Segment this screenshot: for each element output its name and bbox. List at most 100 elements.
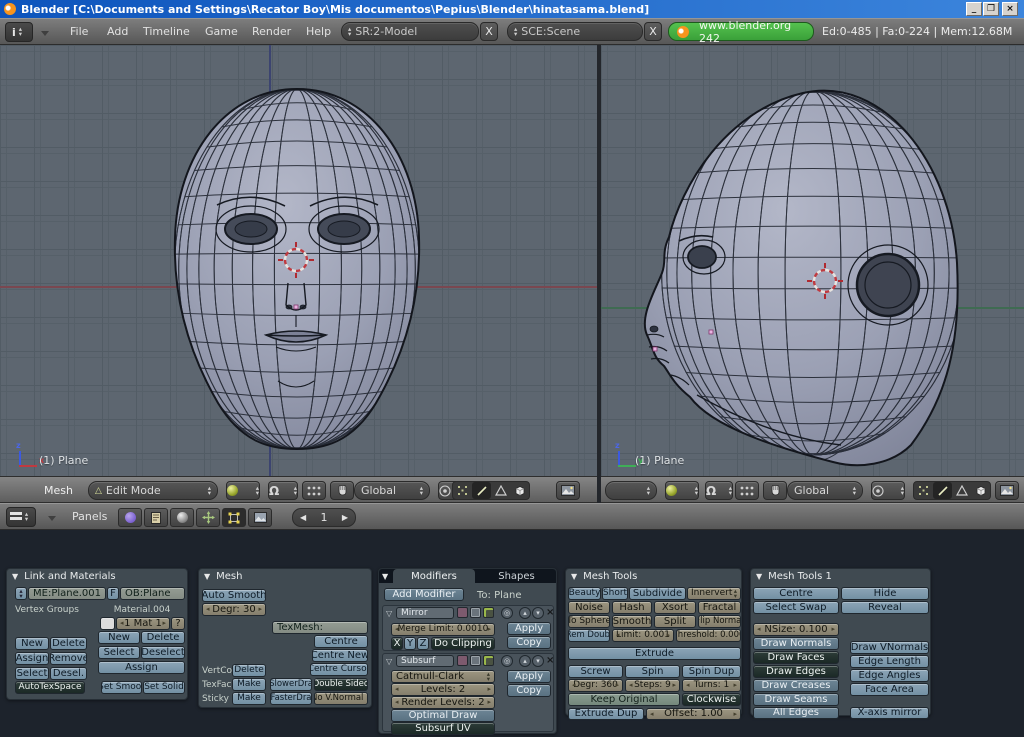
flip-normal-button[interactable]: Flip Normal (698, 615, 741, 628)
copy-modifier-button[interactable]: Copy (507, 684, 551, 697)
texface-make-button[interactable]: Make (232, 678, 266, 691)
face-select-button[interactable] (952, 482, 971, 499)
smooth-button[interactable]: Smooth (612, 615, 652, 628)
sticky-make-button[interactable]: Make (232, 692, 266, 705)
menu-file[interactable]: File (70, 25, 88, 38)
delete-modifier-icon[interactable]: × (546, 607, 554, 618)
grab-hand-button[interactable] (330, 481, 354, 500)
scene-selector[interactable]: ▴▾ SCE:Scene (507, 22, 643, 41)
draw-edges-toggle[interactable]: Draw Edges (753, 665, 839, 678)
website-button[interactable]: www.blender.org 242 (668, 22, 814, 41)
set-solid-button[interactable]: Set Solid (143, 681, 185, 694)
editmode-toggle-icon[interactable] (470, 607, 481, 618)
draw-creases-toggle[interactable]: Draw Creases (753, 679, 839, 692)
turns-stepper[interactable]: Turns: 1 (682, 679, 741, 692)
draw-type-button[interactable]: ▴▾ (665, 481, 699, 500)
limit-stepper[interactable]: Limit: 0.001 (612, 629, 674, 642)
collapse-triangle-icon[interactable]: ▼ (204, 572, 210, 581)
to-sphere-button[interactable]: To Sphere (568, 615, 610, 628)
double-sided-toggle[interactable]: Double Sided (314, 678, 368, 691)
extrude-dup-button[interactable]: Extrude Dup (568, 708, 644, 720)
close-button[interactable]: × (1002, 2, 1018, 16)
modifier-name-field[interactable]: Subsurf (396, 655, 454, 667)
mirror-x-toggle[interactable]: X (391, 637, 403, 650)
mesh-name-field[interactable]: ME:Plane.001 (28, 587, 106, 600)
no-vnormal-flip-toggle[interactable]: No V.Normal F (314, 692, 368, 705)
occlude-geometry-button[interactable] (971, 482, 990, 499)
modifier-name-field[interactable]: Mirror (396, 607, 454, 619)
screw-button[interactable]: Screw (568, 665, 623, 678)
rem-doubles-button[interactable]: Rem Doubl (568, 629, 610, 642)
copy-modifier-button[interactable]: Copy (507, 636, 551, 649)
editmode-toggle-icon[interactable] (470, 655, 481, 666)
modifier-circle-icon[interactable]: ◎ (501, 607, 513, 619)
fake-user-button[interactable]: F (107, 587, 119, 600)
frame-stepper[interactable]: ◀ 1 ▶ (292, 508, 356, 527)
screen-selector[interactable]: ▴▾ SR:2-Model (341, 22, 479, 41)
menu-game[interactable]: Game (205, 25, 238, 38)
split-button[interactable]: Split (654, 615, 696, 628)
move-up-button[interactable]: ▴ (519, 655, 531, 667)
vgroup-new-button[interactable]: New (15, 637, 49, 650)
render-preview-button[interactable] (556, 481, 580, 500)
subdivide-button[interactable]: Subdivide (629, 587, 686, 600)
modifier-circle-icon[interactable]: ◎ (501, 655, 513, 667)
faster-draw-button[interactable]: FasterDra (270, 692, 312, 705)
centre-button[interactable]: Centre (314, 635, 368, 648)
autotexspace-toggle[interactable]: AutoTexSpace (15, 681, 85, 694)
edge-select-button[interactable] (933, 482, 952, 499)
set-smooth-button[interactable]: Set Smoot (101, 681, 142, 694)
tab-modifiers[interactable]: Modifiers (393, 569, 475, 583)
display-toggle-icon[interactable] (483, 655, 494, 666)
draw-normals-toggle[interactable]: Draw Normals (753, 637, 839, 650)
vgroup-delete-button[interactable]: Delete (50, 637, 87, 650)
optimal-draw-toggle[interactable]: Optimal Draw (391, 709, 495, 722)
vgroup-select-button[interactable]: Select (15, 667, 49, 680)
mode-selector[interactable]: △ Edit Mode ▴▾ (88, 481, 218, 500)
material-select-button[interactable]: Select (98, 646, 140, 659)
material-assign-button[interactable]: Assign (98, 661, 185, 674)
frame-prev-icon[interactable]: ◀ (300, 513, 306, 522)
subsurf-uv-toggle[interactable]: Subsurf UV (391, 722, 495, 735)
offset-stepper[interactable]: Offset: 1.00 (646, 708, 741, 720)
material-color-swatch[interactable] (100, 617, 115, 630)
material-deselect-button[interactable]: Deselect (141, 646, 185, 659)
keep-original-toggle[interactable]: Keep Original (568, 693, 680, 706)
beauty-toggle[interactable]: Beauty (568, 587, 601, 600)
material-help-button[interactable]: ? (171, 617, 185, 630)
vgroup-remove-button[interactable]: Remove (50, 652, 87, 665)
object-context-button[interactable] (196, 508, 220, 527)
menu-add[interactable]: Add (107, 25, 128, 38)
mesh-browse-button[interactable]: ▴▾ (15, 587, 27, 600)
all-edges-toggle[interactable]: All Edges (753, 707, 839, 719)
texmesh-field[interactable]: TexMesh: (272, 621, 368, 634)
spin-button[interactable]: Spin (625, 665, 680, 678)
collapse-triangle-icon[interactable]: ▼ (571, 572, 577, 581)
clockwise-toggle[interactable]: Clockwise (682, 693, 741, 706)
render-toggle-icon[interactable] (457, 655, 468, 666)
xsort-button[interactable]: Xsort (654, 601, 696, 614)
vgroup-assign-button[interactable]: Assign (15, 652, 49, 665)
scene-close-button[interactable]: X (644, 22, 662, 41)
apply-modifier-button[interactable]: Apply (507, 670, 551, 683)
orientation-selector[interactable]: Global ▴▾ (354, 481, 430, 500)
viewport-front[interactable]: z x (1) Plane (0, 45, 597, 476)
move-up-button[interactable]: ▴ (519, 607, 531, 619)
move-down-button[interactable]: ▾ (532, 655, 544, 667)
noise-button[interactable]: Noise (568, 601, 610, 614)
reveal-button[interactable]: Reveal (841, 601, 929, 614)
centre-cursor-button[interactable]: Centre Cursor (310, 663, 368, 676)
apply-modifier-button[interactable]: Apply (507, 622, 551, 635)
collapse-menu-icon[interactable] (41, 31, 49, 36)
subdivision-type-menu[interactable]: Catmull-Clark▴▾ (391, 670, 495, 683)
draw-faces-toggle[interactable]: Draw Faces (753, 651, 839, 664)
tab-shapes[interactable]: Shapes (479, 569, 554, 583)
shading-context-button[interactable] (170, 508, 194, 527)
x-axis-mirror-toggle[interactable]: X-axis mirror (850, 707, 929, 719)
mirror-y-toggle[interactable]: Y (404, 637, 416, 650)
select-swap-button[interactable]: Select Swap (753, 601, 839, 614)
restore-button[interactable]: ❐ (983, 2, 999, 16)
manipulator-button[interactable]: Ω ▴▾ (268, 481, 298, 500)
material-delete-button[interactable]: Delete (141, 631, 185, 644)
menu-render[interactable]: Render (252, 25, 291, 38)
